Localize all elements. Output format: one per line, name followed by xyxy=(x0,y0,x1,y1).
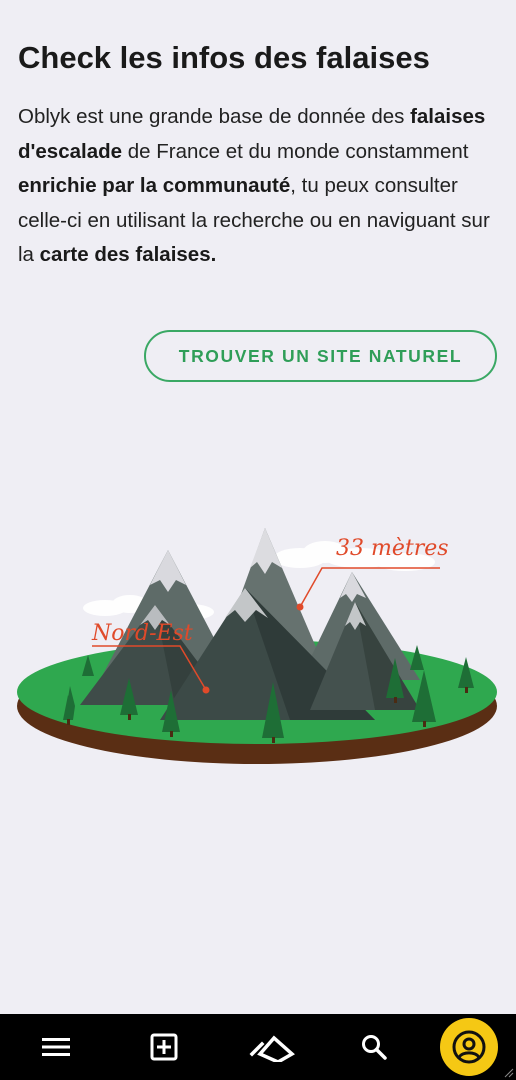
intro-text-1: Oblyk est une grande base de donnée des xyxy=(18,105,411,128)
page-title: Check les infos des falaises xyxy=(18,40,430,75)
orientation-marker-dot xyxy=(202,686,210,694)
add-box-icon xyxy=(150,1033,178,1061)
account-circle-icon xyxy=(452,1030,486,1064)
home-button[interactable] xyxy=(242,1014,302,1080)
oblyk-logo-icon xyxy=(249,1035,295,1062)
search-button[interactable] xyxy=(344,1014,404,1080)
height-marker-dot xyxy=(296,603,304,611)
intro-text-2: de France et du monde constamment xyxy=(122,139,469,163)
menu-icon xyxy=(42,1038,70,1056)
find-natural-site-button[interactable]: TROUVER UN SITE NATUREL xyxy=(144,330,497,382)
orientation-label: Nord-Est xyxy=(91,621,193,646)
bottom-navigation xyxy=(0,1014,516,1080)
menu-button[interactable] xyxy=(26,1014,86,1080)
account-highlight xyxy=(440,1018,498,1076)
intro-bold-carte: carte des falaises. xyxy=(39,243,217,266)
intro-bold-communaute: enrichie par la communauté xyxy=(18,174,291,197)
mountain-island-illustration: 33 mètres Nord-Est xyxy=(17,528,497,764)
height-label: 33 mètres xyxy=(336,536,449,561)
resize-grip-icon[interactable] xyxy=(502,1066,514,1078)
page: Check les infos des falaises Oblyk est u… xyxy=(0,0,516,1080)
search-icon xyxy=(362,1035,387,1060)
intro-paragraph: Oblyk est une grande base de donnée des … xyxy=(18,100,502,273)
add-button[interactable] xyxy=(134,1014,194,1080)
account-button[interactable] xyxy=(438,1014,500,1080)
